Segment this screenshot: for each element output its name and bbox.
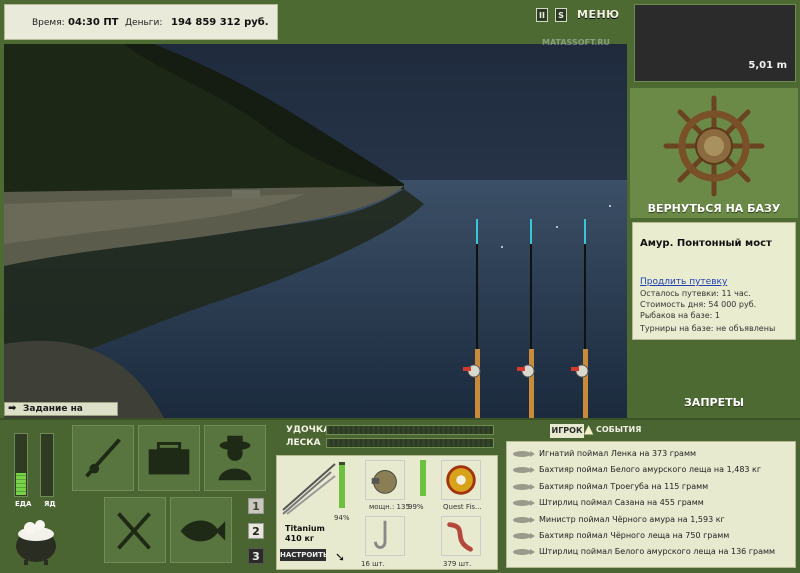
bans-button[interactable]: ЗАПРЕТЫ xyxy=(630,396,798,409)
fish-icon xyxy=(513,483,535,490)
money-label: Деньги: xyxy=(125,18,163,28)
rod-tension-bar xyxy=(326,425,494,435)
rod-durability-percent: 94% xyxy=(334,514,350,522)
reel-icon xyxy=(371,470,397,494)
reel-durability-fill xyxy=(420,460,426,496)
hook-count: 16 шт. xyxy=(361,560,385,568)
list-item: Министр поймал Чёрного амура на 1,593 кг xyxy=(507,512,795,528)
rod-weight: 410 кг xyxy=(285,534,315,543)
reel-slot[interactable] xyxy=(365,460,405,500)
tab-player[interactable]: ИГРОК xyxy=(550,424,584,438)
food-meter-fill xyxy=(16,473,26,495)
list-item: Штирлиц поймал Сазана на 455 грамм xyxy=(507,495,795,511)
location-title: Амур. Понтонный мост xyxy=(640,238,772,249)
tackle-box-icon xyxy=(148,442,190,475)
triangle-pointer-icon: ▲ xyxy=(584,422,594,436)
fish-icon xyxy=(513,532,535,539)
permit-remaining: Осталось путевки: 11 час. xyxy=(640,289,751,298)
return-to-base-button[interactable]: ВЕРНУТЬСЯ НА БАЗУ xyxy=(630,202,798,215)
list-item: Игнатий поймал Ленка на 373 грамм xyxy=(507,446,795,462)
list-item: Штирлиц поймал Белого амурского леща на … xyxy=(507,544,795,560)
depth-value: 5,01 m xyxy=(748,60,787,71)
pause-button[interactable]: II xyxy=(536,8,548,22)
money-value: 194 859 312 руб. xyxy=(171,17,269,28)
location-info: Амур. Понтонный мост Продлить путевку Ос… xyxy=(632,222,796,340)
sound-button[interactable]: S xyxy=(555,8,567,22)
tackle-panel: Titanium 410 кг 94% НАСТРОИТЬ ➘ мощн.: 1… xyxy=(276,455,498,570)
line-name: Quest Fis... xyxy=(443,503,482,511)
fork-knife-icon xyxy=(117,512,151,550)
game-screen: Время: 04:30 ПТ Деньги: 194 859 312 руб.… xyxy=(0,0,800,573)
watermark-logo: MATASSOFT.RU xyxy=(542,38,610,47)
rod-durability-fill xyxy=(339,464,345,508)
page-1-button[interactable]: 1 xyxy=(248,498,264,514)
hook-icon xyxy=(374,520,387,549)
arrow-right-icon: ➡ xyxy=(8,403,17,414)
ship-wheel-icon[interactable] xyxy=(630,88,798,202)
fish-icon xyxy=(513,500,535,507)
depth-display: 5,01 m xyxy=(634,4,796,82)
arrow-down-right-icon: ➘ xyxy=(335,550,346,564)
fishers-count: Рыбаков на базе: 1 xyxy=(640,311,720,320)
line-spool-icon xyxy=(446,465,476,495)
reel-percent: 99% xyxy=(408,503,424,511)
setup-button[interactable]: НАСТРОИТЬ xyxy=(280,549,328,561)
fish-icon xyxy=(513,516,535,523)
menu-button[interactable]: МЕНЮ xyxy=(577,8,619,22)
page-3-button[interactable]: 3 xyxy=(248,548,264,564)
eat-button[interactable] xyxy=(104,497,166,563)
bait-slot[interactable] xyxy=(441,516,481,556)
rod-bar-label: УДОЧКА xyxy=(286,425,331,435)
list-item: Бахтияр поймал Белого амурского леща на … xyxy=(507,462,795,478)
rod-durability-bar xyxy=(339,462,345,508)
tournament-task-button[interactable]: ➡ Задание на турнир xyxy=(4,402,118,426)
line-tension-bar xyxy=(326,438,494,448)
character-button[interactable] xyxy=(204,425,266,491)
rod-item-icon xyxy=(282,463,336,515)
cauldron-icon[interactable] xyxy=(10,512,62,566)
hook-slot[interactable] xyxy=(365,516,405,556)
fish-icon xyxy=(513,549,535,556)
rod-name: Titanium xyxy=(285,524,325,533)
reel-durability-bar xyxy=(420,460,426,496)
fish-icon xyxy=(513,451,535,457)
base-panel xyxy=(630,88,798,218)
time-value: 04:30 ПТ xyxy=(68,17,119,28)
list-item: Бахтияр поймал Чёрного леща на 750 грамм xyxy=(507,528,795,544)
rod-icon xyxy=(85,438,121,478)
line-slot[interactable] xyxy=(441,460,481,500)
time-label: Время: xyxy=(32,18,65,28)
fishing-scene[interactable] xyxy=(4,44,627,418)
extend-permit-link[interactable]: Продлить путевку xyxy=(640,277,789,287)
status-panel: Время: 04:30 ПТ Деньги: 194 859 312 руб. xyxy=(4,4,278,40)
line-bar-label: ЛЕСКА xyxy=(286,438,321,448)
fish-icon xyxy=(513,467,535,474)
day-cost: Стоимость дня: 54 000 руб. xyxy=(640,300,757,309)
list-item: Бахтияр поймал Троегуба на 115 грамм xyxy=(507,479,795,495)
reel-power: мощн.: 135 xyxy=(369,503,410,511)
food-meter xyxy=(14,433,28,497)
poison-label: ЯД xyxy=(44,500,56,508)
page-2-button[interactable]: 2 xyxy=(248,523,264,539)
tab-events[interactable]: СОБЫТИЯ xyxy=(596,425,641,434)
events-list: Игнатий поймал Ленка на 373 грамм Бахтия… xyxy=(506,441,796,568)
tournaments-status: Турниры на базе: не объявлены xyxy=(640,324,776,333)
tackle-box-button[interactable] xyxy=(138,425,200,491)
worm-bait-icon xyxy=(447,522,473,552)
fish-icon xyxy=(180,520,226,542)
lake-landscape xyxy=(4,44,627,418)
fisherman-icon xyxy=(218,435,252,481)
fish-cage-button[interactable] xyxy=(170,497,232,563)
poison-meter xyxy=(40,433,54,497)
rod-inventory-button[interactable] xyxy=(72,425,134,491)
food-label: ЕДА xyxy=(15,500,32,508)
bait-count: 379 шт. xyxy=(443,560,472,568)
